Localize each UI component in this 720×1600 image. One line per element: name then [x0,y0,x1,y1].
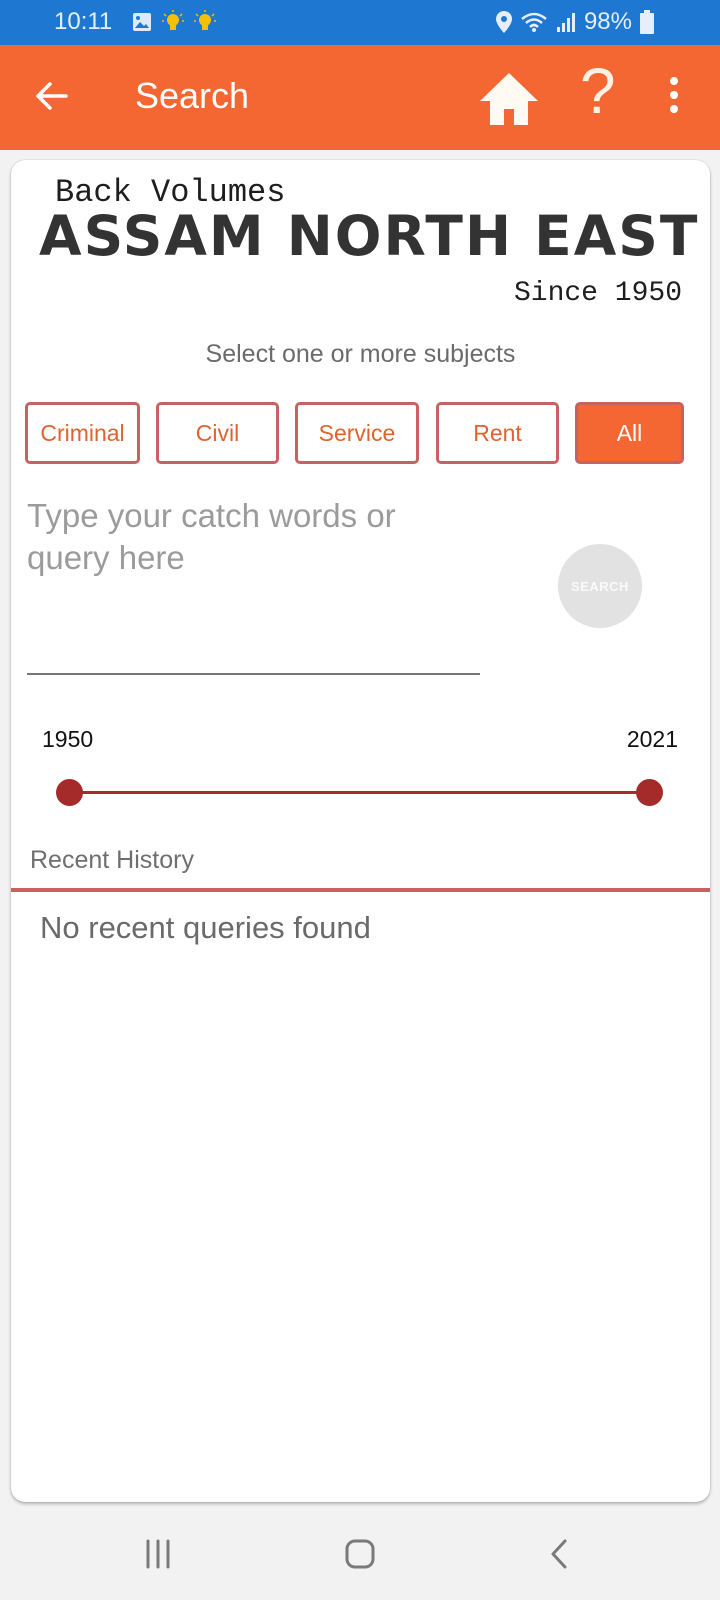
signal-icon [556,13,575,32]
help-icon[interactable]: ? [580,59,616,123]
search-button[interactable]: SEARCH [558,544,642,628]
logo-since: Since 1950 [513,278,682,309]
chip-rent[interactable]: Rent [436,402,559,464]
system-nav-bar [0,1510,720,1600]
more-vert-icon[interactable] [666,75,682,115]
home-nav-button[interactable] [330,1532,390,1576]
query-input-underline [27,673,480,675]
battery-icon [640,10,654,34]
chip-criminal[interactable]: Criminal [25,402,140,464]
logo-title: ASSAM NORTH EAST [39,204,700,268]
recents-button[interactable] [128,1532,188,1576]
subjects-label: Select one or more subjects [205,340,516,368]
year-range-end-thumb[interactable] [635,779,663,806]
page-title: Search [135,75,250,116]
wifi-icon [521,12,547,32]
arrow-back-icon[interactable] [30,75,72,117]
recent-history-label: Recent History [30,846,194,874]
query-input[interactable]: Type your catch words or query here [27,495,467,579]
image-icon [133,13,151,31]
chip-civil[interactable]: Civil [156,402,279,464]
status-time: 10:11 [54,8,113,35]
location-icon [495,11,512,33]
battery-percent: 98% [583,8,632,35]
app-bar: Search ? [0,45,720,150]
home-icon[interactable] [478,71,540,127]
no-history-message: No recent queries found [40,910,371,945]
back-nav-button[interactable] [530,1532,590,1576]
back-nav-icon [551,1539,567,1569]
chip-all[interactable]: All [575,402,684,464]
year-range-track[interactable] [69,791,649,794]
year-max-label: 2021 [626,726,678,752]
bulb-icon [194,10,216,30]
status-bar: 10:11 98% [0,0,720,45]
history-divider [11,888,710,892]
year-min-label: 1950 [42,726,94,752]
chip-service[interactable]: Service [295,402,419,464]
home-nav-icon [345,1539,375,1569]
year-range-start-thumb[interactable] [55,779,83,806]
bulb-icon [162,10,184,30]
search-card: Back Volumes ASSAM NORTH EAST Since 1950… [11,160,710,1502]
recents-icon [146,1539,170,1569]
